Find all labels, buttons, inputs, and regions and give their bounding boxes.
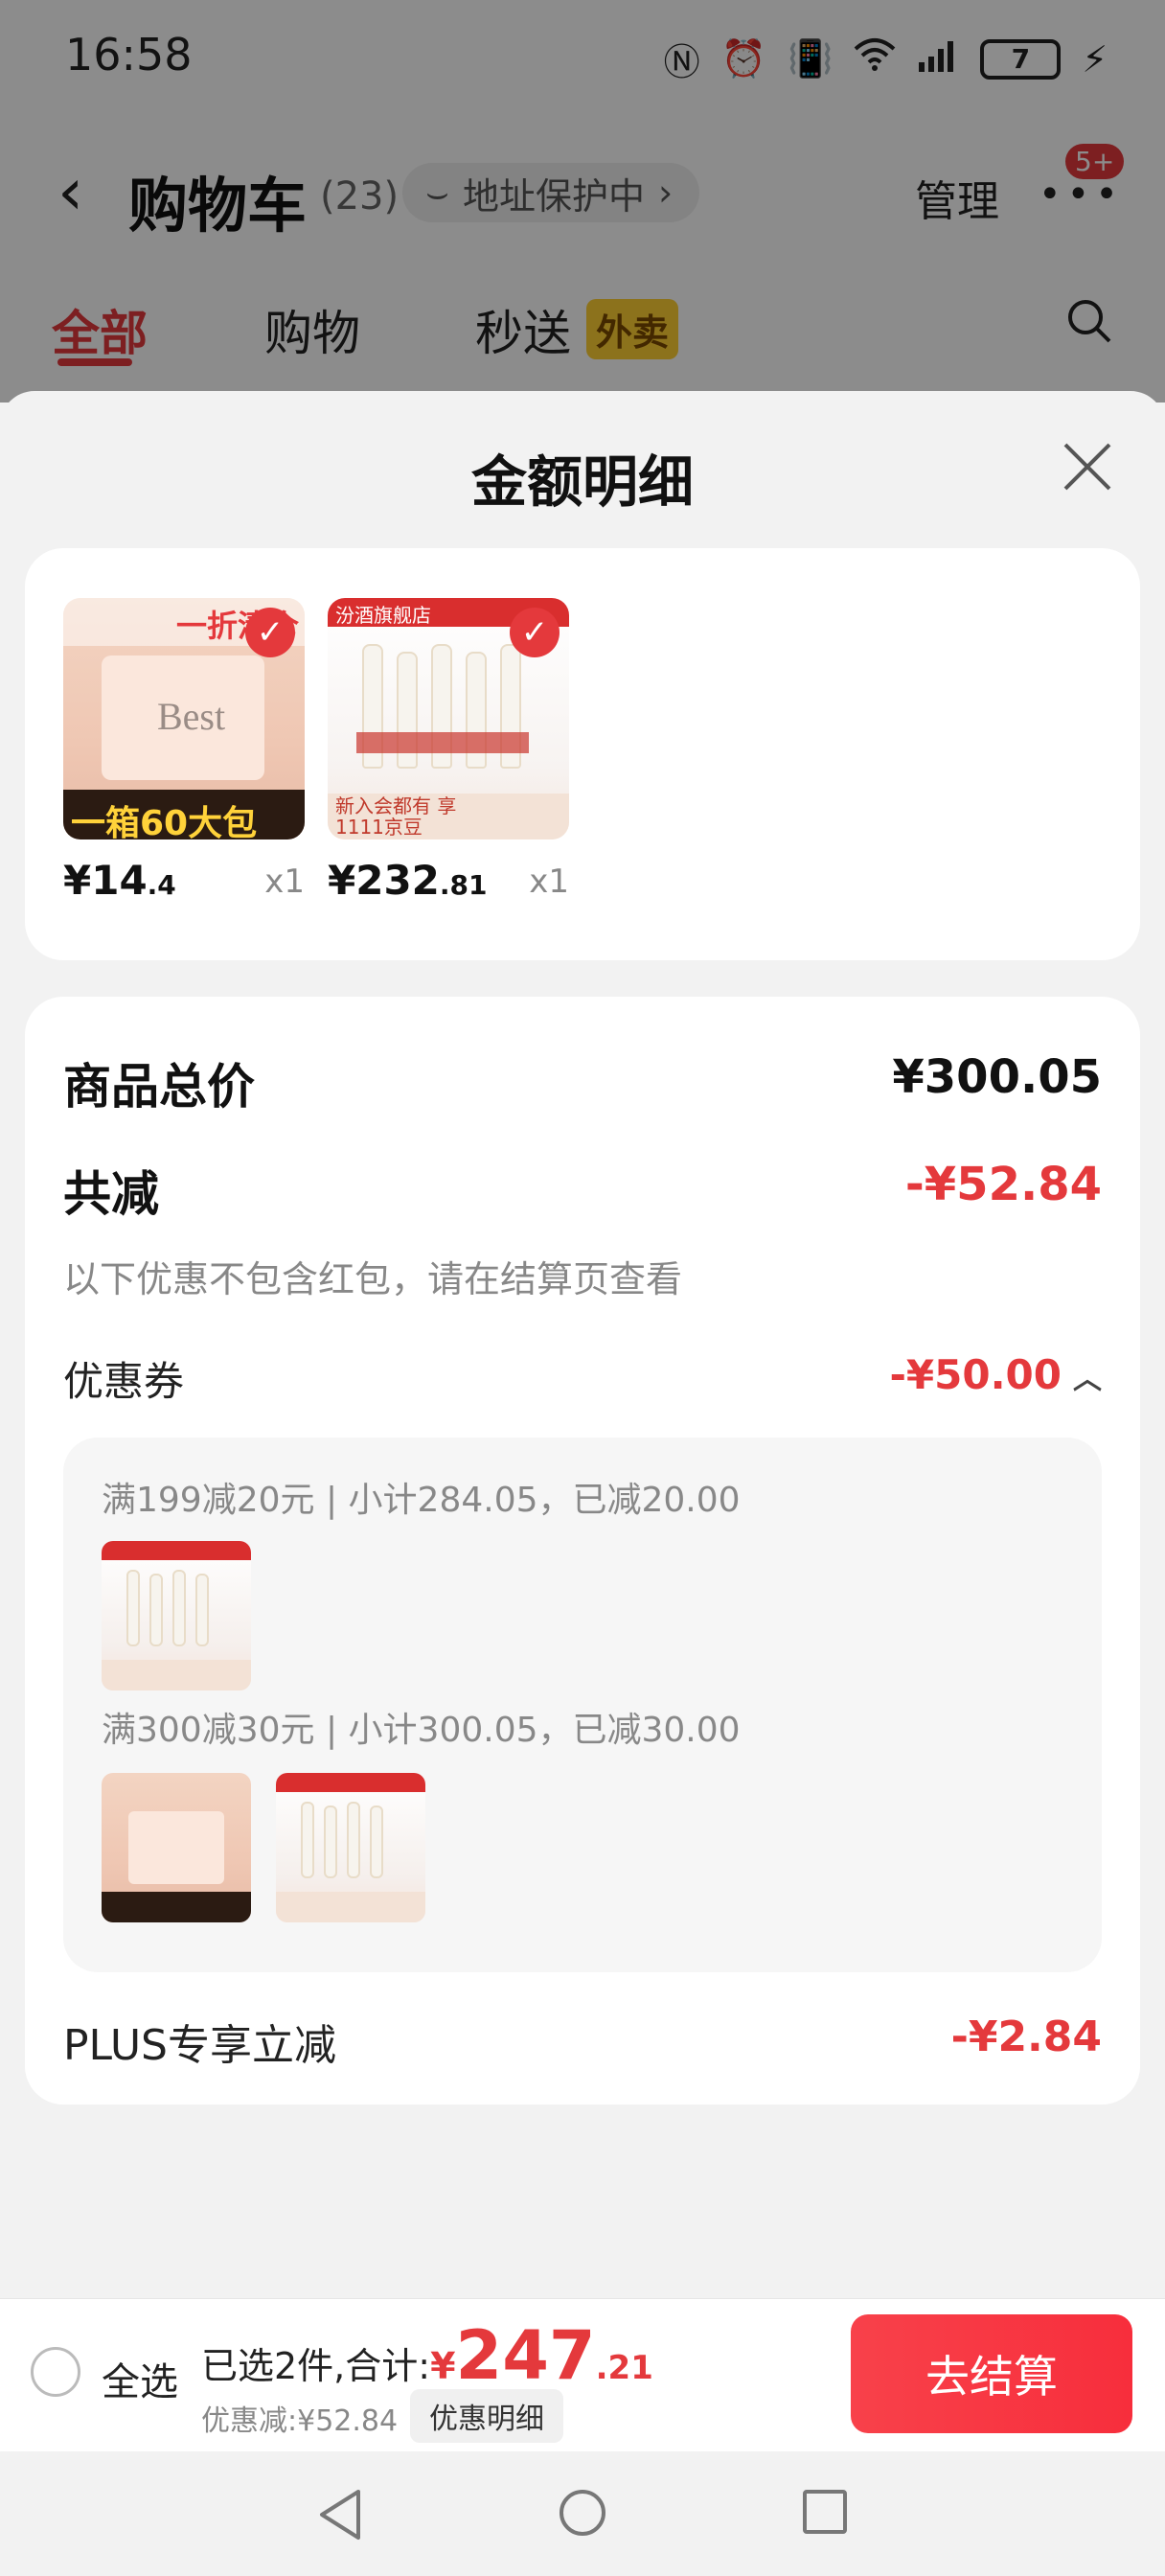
product-qty: x1	[264, 862, 305, 901]
select-all-radio[interactable]	[31, 2347, 80, 2397]
product-price: ¥14.4	[63, 857, 176, 904]
price-int: ¥14	[63, 857, 148, 904]
discount-total-label: 共减	[63, 1166, 159, 1222]
close-icon[interactable]	[1060, 439, 1115, 494]
coupon-breakdown: 满199减20元 | 小计284.05，已减20.00 满300减30元 | 小…	[63, 1438, 1102, 1972]
checkout-bar: 全选 已选2件,合计:¥247.21 优惠减:¥52.84 优惠明细 去结算	[0, 2298, 1165, 2451]
coupon-rule: 满199减20元 | 小计284.05，已减20.00	[102, 1481, 741, 1520]
coupon-rule: 满300减30元 | 小计300.05，已减30.00	[102, 1711, 741, 1750]
selected-prefix: 已选2件,合计:	[201, 2345, 431, 2387]
dim-overlay[interactable]	[0, 0, 1165, 402]
goods-total-value: ¥300.05	[892, 1050, 1102, 1104]
product-banner-bottom: 新入会都有 享1111京豆	[335, 794, 457, 839]
total-int: 247	[455, 2316, 596, 2395]
product-image-liquor: 汾酒旗舰店 新入会都有 享1111京豆 ✓	[328, 598, 569, 840]
chevron-up-icon: ︿	[1073, 1363, 1102, 1396]
sheet-title: 金额明细	[470, 449, 694, 515]
coupon-value: -¥50.00	[889, 1351, 1062, 1398]
selected-total: 已选2件,合计:¥247.21	[201, 2316, 653, 2395]
check-icon: ✓	[245, 608, 295, 657]
product-item[interactable]: 汾酒旗舰店 新入会都有 享1111京豆 ✓ ¥232.81 x1	[328, 598, 569, 904]
saved-amount: 优惠减:¥52.84	[201, 2404, 399, 2438]
system-nav-bar	[0, 2451, 1165, 2576]
amount-details-card: 商品总价 ¥300.05 共减 -¥52.84 以下优惠不包含红包，请在结算页查…	[25, 997, 1140, 2104]
total-dec: .21	[595, 2349, 653, 2387]
discount-detail-button[interactable]: 优惠明细	[410, 2389, 563, 2443]
plus-discount-value: -¥2.84	[950, 2012, 1102, 2061]
price-int: ¥232	[328, 857, 440, 904]
total-yen: ¥	[430, 2345, 456, 2387]
coupon-product-thumb-tissue	[102, 1773, 251, 1922]
product-image-tissue: 一折清仓 Best 一箱60大包 ✓	[63, 598, 305, 840]
amount-detail-sheet: 金额明细 一折清仓 Best 一箱60大包 ✓ ¥14.4 x1 汾酒旗舰店 新…	[0, 391, 1165, 2308]
coupon-label: 优惠券	[63, 1358, 185, 1405]
select-all-label[interactable]: 全选	[102, 2351, 178, 2406]
product-banner-top: 汾酒旗舰店	[335, 604, 431, 627]
price-dec: .4	[147, 869, 176, 901]
product-item[interactable]: 一折清仓 Best 一箱60大包 ✓ ¥14.4 x1	[63, 598, 305, 904]
product-qty: x1	[529, 862, 569, 901]
coupon-toggle[interactable]: -¥50.00 ︿	[889, 1351, 1102, 1398]
nav-back-icon[interactable]	[316, 2488, 364, 2542]
product-brand: Best	[157, 695, 226, 738]
price-dec: .81	[439, 869, 488, 901]
check-icon: ✓	[510, 608, 560, 657]
plus-discount-label: PLUS专享立减	[63, 2021, 336, 2070]
product-banner-bottom: 一箱60大包	[71, 804, 258, 840]
selected-products-card: 一折清仓 Best 一箱60大包 ✓ ¥14.4 x1 汾酒旗舰店 新入会都有 …	[25, 548, 1140, 960]
product-price: ¥232.81	[328, 857, 488, 904]
discount-note: 以下优惠不包含红包，请在结算页查看	[63, 1258, 683, 1300]
goods-total-label: 商品总价	[63, 1059, 255, 1115]
nav-recent-icon[interactable]	[803, 2490, 847, 2534]
checkout-button[interactable]: 去结算	[851, 2314, 1132, 2433]
coupon-product-thumb-liquor	[276, 1773, 425, 1922]
coupon-product-thumb-liquor	[102, 1541, 251, 1690]
discount-total-value: -¥52.84	[904, 1158, 1102, 1211]
nav-home-icon[interactable]	[560, 2490, 605, 2536]
